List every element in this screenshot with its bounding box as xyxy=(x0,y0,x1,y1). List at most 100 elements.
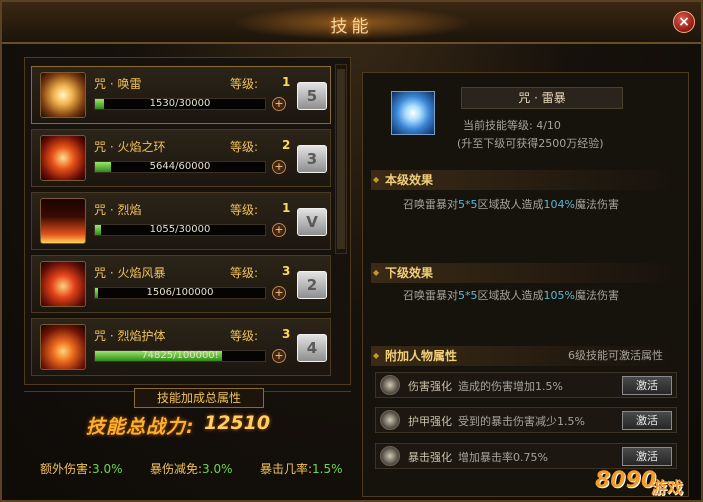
watermark-text: 游戏 xyxy=(651,478,684,497)
fire-ring-skill-icon[interactable] xyxy=(40,135,86,181)
attr-desc: 增加暴击率0.75% xyxy=(458,451,548,464)
skull-icon xyxy=(380,375,400,395)
effect-text: 召唤雷暴对 xyxy=(403,198,458,211)
skill-level: 3 xyxy=(282,264,291,278)
effect-percent: 105% xyxy=(543,289,575,302)
attr-name: 护甲强化 xyxy=(408,415,452,428)
thunderstorm-skill-icon xyxy=(391,91,435,135)
skill-name: 咒 · 火焰之环 xyxy=(94,140,166,154)
skill-level: 1 xyxy=(282,75,291,89)
activate-button[interactable]: 激活 xyxy=(622,411,672,430)
stat-label: 暴击几率: xyxy=(260,462,313,476)
effect-area: 5*5 xyxy=(458,289,478,302)
current-level-text: 当前技能等级: 4/10 xyxy=(463,119,561,132)
upgrade-plus-button[interactable]: + xyxy=(272,349,286,363)
fire-storm-skill-icon[interactable] xyxy=(40,261,86,307)
site-watermark-logo: 8090 游戏 xyxy=(595,466,695,497)
next-level-section-title: 下级效果 xyxy=(371,263,681,283)
effect-percent: 104% xyxy=(543,198,575,211)
power-value: 12510 xyxy=(204,412,271,434)
skill-level: 1 xyxy=(282,201,291,215)
skill-exp-bar: 1530/30000 xyxy=(94,98,266,110)
summary-header: 技能加成总属性 xyxy=(134,388,264,408)
skill-row[interactable]: 咒 · 唤雷 等级: 1 1530/30000 + 5 xyxy=(31,66,331,124)
skills-window: 技能 × 咒 · 唤雷 等级: 1 1530/30000 + 5 咒 · 火焰之… xyxy=(0,0,703,502)
this-level-effect: 召唤雷暴对5*5区域敌人造成104%魔法伤害 xyxy=(403,196,619,212)
attr-row: 护甲强化 受到的暴击伤害减少1.5% 激活 xyxy=(375,407,677,433)
skill-detail-panel: 咒 · 雷暴 当前技能等级: 4/10 (升至下级可获得2500万经验) 本级效… xyxy=(362,72,689,497)
power-label: 技能总战力: xyxy=(86,416,195,438)
skill-row[interactable]: 咒 · 烈焰 等级: 1 1055/30000 + V xyxy=(31,192,331,250)
skill-exp-text: 1506/100000 xyxy=(146,287,214,298)
skull-icon xyxy=(380,446,400,466)
scroll-thumb[interactable] xyxy=(337,69,345,249)
stat-value: 3.0% xyxy=(92,462,123,476)
skill-level: 3 xyxy=(282,327,291,341)
skill-level: 2 xyxy=(282,138,291,152)
effect-text: 区域敌人造成 xyxy=(477,289,544,302)
close-button[interactable]: × xyxy=(673,11,695,33)
skill-row[interactable]: 咒 · 火焰之环 等级: 2 5644/60000 + 3 xyxy=(31,129,331,187)
stat-crit-chance: 暴击几率:1.5% xyxy=(260,460,343,477)
skill-exp-text: 5644/60000 xyxy=(149,161,211,172)
attr-row: 伤害强化 造成的伤害增加1.5% 激活 xyxy=(375,372,677,398)
skill-exp-bar: 74825/100000! xyxy=(94,350,266,362)
skill-level-label: 等级: xyxy=(230,266,259,280)
stat-crit-reduction: 暴伤减免:3.0% xyxy=(150,460,233,477)
attr-desc: 受到的暴击伤害减少1.5% xyxy=(458,415,585,428)
this-level-section-title: 本级效果 xyxy=(371,170,681,190)
upgrade-plus-button[interactable]: + xyxy=(272,223,286,237)
attr-name: 伤害强化 xyxy=(408,380,452,393)
skill-level-label: 等级: xyxy=(230,203,259,217)
skill-level-label: 等级: xyxy=(230,140,259,154)
attr-desc: 造成的伤害增加1.5% xyxy=(458,380,563,393)
next-level-note: (升至下级可获得2500万经验) xyxy=(457,137,604,150)
stat-value: 1.5% xyxy=(312,462,343,476)
skill-exp-bar: 1506/100000 xyxy=(94,287,266,299)
stat-label: 额外伤害: xyxy=(40,462,93,476)
title-bar: 技能 × xyxy=(2,2,701,44)
hotkey-slot[interactable]: 4 xyxy=(297,334,327,362)
next-level-effect: 召唤雷暴对5*5区域敌人造成105%魔法伤害 xyxy=(403,287,619,303)
upgrade-plus-button[interactable]: + xyxy=(272,160,286,174)
watermark-number: 8090 xyxy=(595,468,657,493)
upgrade-plus-button[interactable]: + xyxy=(272,97,286,111)
skill-name: 咒 · 烈焰护体 xyxy=(94,329,166,343)
stat-value: 3.0% xyxy=(202,462,233,476)
skill-name: 咒 · 火焰风暴 xyxy=(94,266,166,280)
hotkey-slot[interactable]: V xyxy=(297,208,327,236)
effect-area: 5*5 xyxy=(458,198,478,211)
upgrade-plus-button[interactable]: + xyxy=(272,286,286,300)
skill-exp-bar: 5644/60000 xyxy=(94,161,266,173)
flame-shield-skill-icon[interactable] xyxy=(40,324,86,370)
skull-icon xyxy=(380,410,400,430)
stat-label: 暴伤减免: xyxy=(150,462,203,476)
effect-text: 魔法伤害 xyxy=(574,198,619,211)
skill-level-label: 等级: xyxy=(230,77,259,91)
attr-unlock-note: 6级技能可激活属性 xyxy=(568,349,663,362)
skill-exp-text: 74825/100000! xyxy=(141,350,219,361)
skill-level-label: 等级: xyxy=(230,329,259,343)
activate-button[interactable]: 激活 xyxy=(622,376,672,395)
skill-exp-text: 1530/30000 xyxy=(149,98,211,109)
skill-name: 咒 · 唤雷 xyxy=(94,77,142,91)
effect-text: 魔法伤害 xyxy=(574,289,619,302)
hotkey-slot[interactable]: 2 xyxy=(297,271,327,299)
lightning-skill-icon[interactable] xyxy=(40,72,86,118)
hotkey-slot[interactable]: 5 xyxy=(297,82,327,110)
skill-exp-text: 1055/30000 xyxy=(149,224,211,235)
skill-row[interactable]: 咒 · 烈焰护体 等级: 3 74825/100000! + 4 xyxy=(31,318,331,376)
skill-exp-bar: 1055/30000 xyxy=(94,224,266,236)
detail-skill-name: 咒 · 雷暴 xyxy=(461,87,623,109)
hotkey-slot[interactable]: 3 xyxy=(297,145,327,173)
skill-list-panel: 咒 · 唤雷 等级: 1 1530/30000 + 5 咒 · 火焰之环 等级:… xyxy=(24,57,351,385)
skill-list-scrollbar[interactable] xyxy=(335,64,347,254)
activate-button[interactable]: 激活 xyxy=(622,447,672,466)
effect-text: 召唤雷暴对 xyxy=(403,289,458,302)
window-title: 技能 xyxy=(330,17,373,37)
attr-name: 暴击强化 xyxy=(408,451,452,464)
skill-summary: 技能加成总属性 技能总战力: 12510 额外伤害:3.0% 暴伤减免:3.0%… xyxy=(24,388,351,483)
stat-extra-damage: 额外伤害:3.0% xyxy=(40,460,123,477)
blaze-skill-icon[interactable] xyxy=(40,198,86,244)
skill-row[interactable]: 咒 · 火焰风暴 等级: 3 1506/100000 + 2 xyxy=(31,255,331,313)
